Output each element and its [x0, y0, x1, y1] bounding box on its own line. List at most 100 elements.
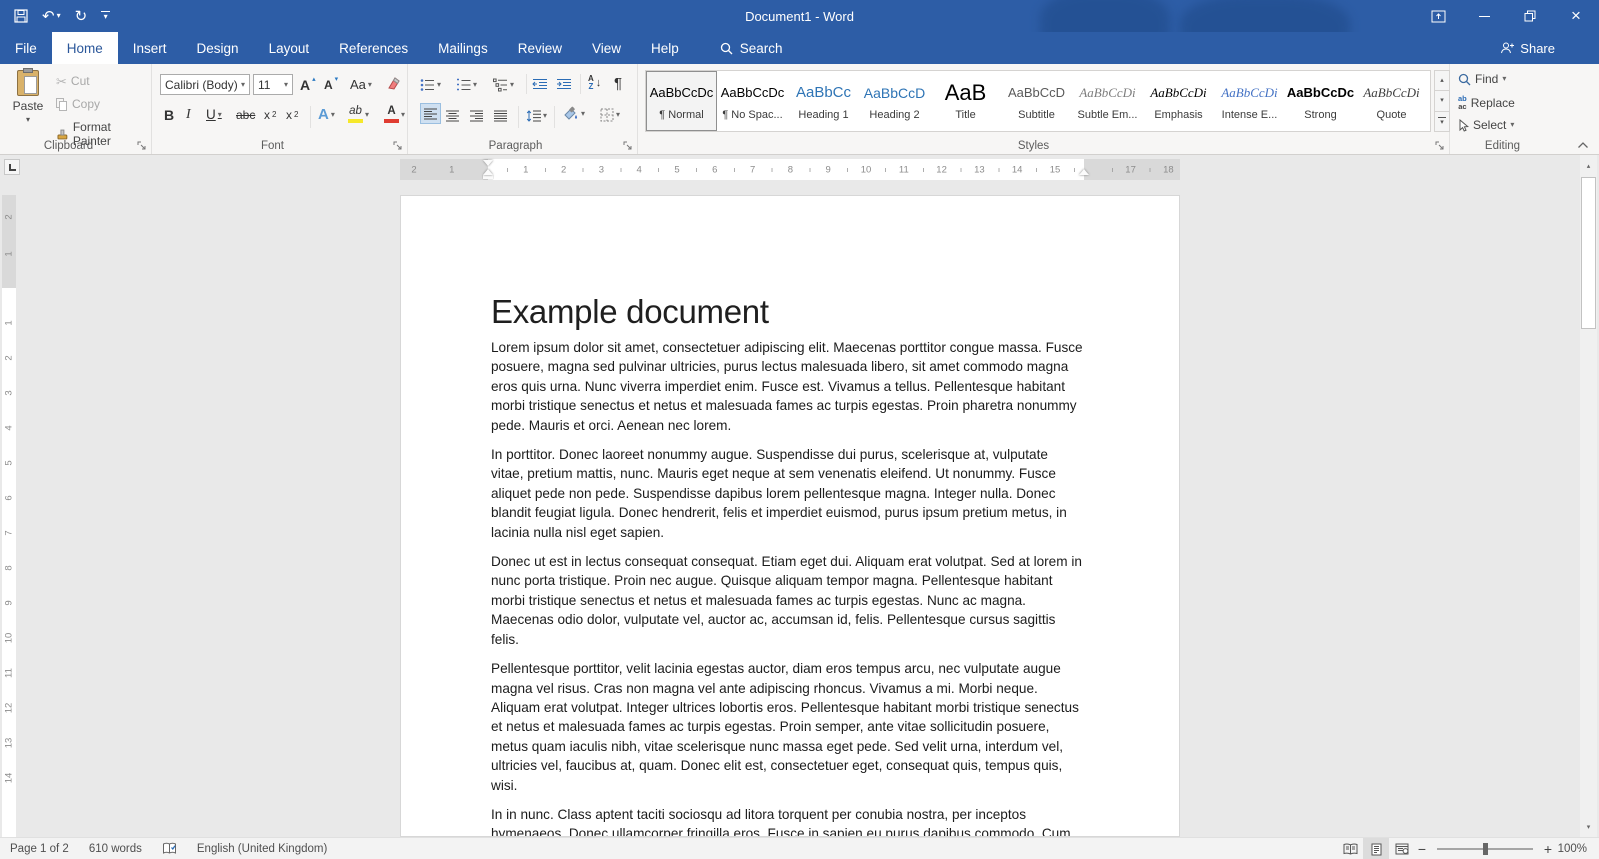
tab-layout[interactable]: Layout	[254, 32, 325, 64]
undo-button[interactable]: ↶ ▾	[42, 9, 61, 24]
read-mode-button[interactable]	[1337, 838, 1363, 859]
tab-view[interactable]: View	[577, 32, 636, 64]
tab-help[interactable]: Help	[636, 32, 694, 64]
replace-button[interactable]: ab ac Replace	[1458, 95, 1515, 110]
tab-mailings[interactable]: Mailings	[423, 32, 503, 64]
select-caret[interactable]: ▾	[1510, 121, 1514, 129]
first-line-indent-marker[interactable]	[483, 160, 493, 166]
styles-more-button[interactable]: ▾	[1434, 112, 1450, 132]
word-count[interactable]: 610 words	[79, 843, 152, 855]
find-button[interactable]: Find ▾	[1458, 72, 1506, 86]
multilevel-list-button[interactable]: ▾	[493, 74, 514, 95]
change-case-button[interactable]: Aa ▾	[350, 74, 372, 95]
scrollbar-thumb[interactable]	[1581, 177, 1596, 329]
document-title[interactable]: Example document	[491, 293, 1084, 331]
highlight-button[interactable]: ab ▾	[348, 104, 369, 125]
font-color-button[interactable]: A ▾	[384, 104, 405, 125]
undo-dropdown-caret[interactable]: ▾	[57, 12, 61, 20]
show-hide-formatting-button[interactable]: ¶	[614, 73, 622, 94]
bold-button[interactable]: B	[164, 104, 174, 125]
collapse-ribbon-button[interactable]	[1577, 141, 1589, 149]
cut-button[interactable]: ✂ Cut	[56, 74, 90, 88]
bullets-button[interactable]: ▾	[420, 74, 441, 95]
numbering-caret[interactable]: ▾	[473, 81, 477, 89]
proofing-status-button[interactable]	[152, 842, 187, 855]
paragraph-dialog-launcher[interactable]	[623, 141, 633, 151]
paste-dropdown-caret[interactable]: ▾	[26, 116, 30, 124]
style-subtitle[interactable]: AaBbCcD Subtitle	[1001, 71, 1072, 131]
paragraph-2[interactable]: In porttitor. Donec laoreet nonummy augu…	[491, 445, 1084, 542]
tab-home[interactable]: Home	[52, 32, 118, 64]
zoom-out-button[interactable]: −	[1415, 841, 1429, 857]
line-spacing-button[interactable]: ▾	[526, 105, 547, 126]
style-emphasis[interactable]: AaBbCcDi Emphasis	[1143, 71, 1214, 131]
customize-qat-button[interactable]: ▾	[101, 11, 110, 21]
align-left-button[interactable]	[420, 103, 441, 124]
zoom-slider-thumb[interactable]	[1483, 843, 1488, 855]
document-page[interactable]: Example document Lorem ipsum dolor sit a…	[400, 195, 1180, 837]
search-box[interactable]: Search	[710, 32, 793, 64]
find-caret[interactable]: ▾	[1502, 75, 1506, 83]
tab-design[interactable]: Design	[182, 32, 254, 64]
font-color-caret[interactable]: ▾	[401, 111, 405, 119]
style-subtle-emphasis[interactable]: AaBbCcDi Subtle Em...	[1072, 71, 1143, 131]
styles-dialog-launcher[interactable]	[1435, 141, 1445, 151]
shading-button[interactable]: ▾	[562, 103, 585, 124]
paragraph-5[interactable]: In in nunc. Class aptent taciti sociosqu…	[491, 805, 1084, 837]
style-normal[interactable]: AaBbCcDc ¶ Normal	[646, 71, 717, 131]
text-effects-caret[interactable]: ▾	[331, 111, 335, 119]
ribbon-display-options-button[interactable]	[1415, 0, 1461, 32]
page-indicator[interactable]: Page 1 of 2	[0, 843, 79, 855]
decrease-indent-button[interactable]	[532, 74, 548, 95]
hanging-indent-marker[interactable]	[483, 169, 493, 179]
zoom-level[interactable]: 100%	[1555, 843, 1599, 855]
align-center-button[interactable]	[446, 105, 459, 126]
h-ruler[interactable]: 211234567891011121314151718	[400, 159, 1180, 180]
tab-review[interactable]: Review	[503, 32, 577, 64]
zoom-in-button[interactable]: +	[1541, 841, 1555, 857]
bullets-caret[interactable]: ▾	[437, 81, 441, 89]
close-button[interactable]: ×	[1553, 0, 1599, 32]
borders-button[interactable]: ▾	[600, 104, 620, 125]
style-no-spacing[interactable]: AaBbCcDc ¶ No Spac...	[717, 71, 788, 131]
language-indicator[interactable]: English (United Kingdom)	[187, 843, 337, 855]
restore-button[interactable]	[1507, 0, 1553, 32]
justify-button[interactable]	[494, 105, 507, 126]
paste-button[interactable]: Paste ▾	[8, 70, 48, 124]
borders-caret[interactable]: ▾	[616, 111, 620, 119]
copy-button[interactable]: Copy	[56, 97, 100, 111]
italic-button[interactable]: I	[186, 104, 191, 125]
paragraph-3[interactable]: Donec ut est in lectus consequat consequ…	[491, 552, 1084, 649]
clear-formatting-button[interactable]	[386, 72, 402, 93]
font-dialog-launcher[interactable]	[393, 141, 403, 151]
numbering-button[interactable]: ▾	[456, 74, 477, 95]
tab-file[interactable]: File	[0, 32, 52, 64]
styles-scroll-down-button[interactable]: ▾	[1434, 91, 1450, 111]
right-indent-marker[interactable]	[1079, 169, 1089, 175]
scroll-down-button[interactable]: ▾	[1580, 818, 1597, 835]
vertical-scrollbar[interactable]: ▴ ▾	[1580, 155, 1597, 837]
style-title[interactable]: AaB Title	[930, 71, 1001, 131]
highlight-caret[interactable]: ▾	[365, 111, 369, 119]
style-intense-emphasis[interactable]: AaBbCcDi Intense E...	[1214, 71, 1285, 131]
multilevel-caret[interactable]: ▾	[510, 81, 514, 89]
text-effects-button[interactable]: A ▾	[318, 104, 335, 125]
superscript-button[interactable]: x2	[286, 104, 298, 125]
strikethrough-button[interactable]: abc	[236, 104, 255, 125]
tab-references[interactable]: References	[324, 32, 423, 64]
web-layout-button[interactable]	[1389, 838, 1415, 859]
increase-indent-button[interactable]	[556, 74, 572, 95]
share-button[interactable]: Share	[1500, 32, 1555, 64]
clipboard-dialog-launcher[interactable]	[137, 141, 147, 151]
style-heading-2[interactable]: AaBbCcD Heading 2	[859, 71, 930, 131]
minimize-button[interactable]	[1461, 0, 1507, 32]
grow-font-button[interactable]: A ▴	[300, 74, 316, 95]
scroll-up-button[interactable]: ▴	[1580, 157, 1597, 174]
font-size-select[interactable]: 11 ▾	[253, 74, 293, 95]
tab-stop-selector[interactable]	[4, 159, 20, 175]
redo-button[interactable]: ↻	[75, 9, 88, 24]
style-quote[interactable]: AaBbCcDi Quote	[1356, 71, 1427, 131]
zoom-slider[interactable]	[1437, 848, 1533, 850]
select-button[interactable]: Select ▾	[1458, 118, 1514, 132]
paragraph-4[interactable]: Pellentesque porttitor, velit lacinia eg…	[491, 659, 1084, 795]
